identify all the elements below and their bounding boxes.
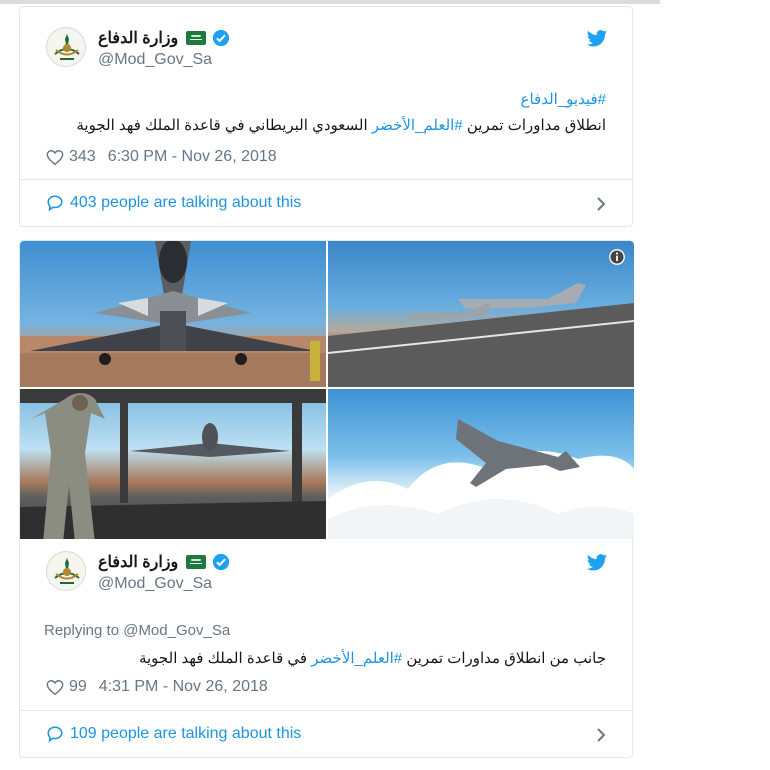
text-segment: انطلاق مداورات تمرين [462,117,606,134]
account-handle[interactable]: @Mod_Gov_Sa [98,51,230,69]
tweet-card-2[interactable]: وزارة الدفاع @Mod_Gov_Sa Replying to @Mo… [19,240,634,758]
talking-count[interactable]: 109 people are talking about this [70,725,301,743]
hashtag-link[interactable]: #فيديو_الدفاع [521,91,606,108]
hashtag-link[interactable]: #العلم_الأخضر [311,650,402,667]
comment-bubble-icon [47,195,63,212]
verified-icon [213,553,230,571]
photo-jet-in-flight[interactable] [328,389,634,539]
emblem-avatar-icon [48,29,85,66]
tweet-meta: 343 6:30 PM - Nov 26, 2018 [46,148,277,166]
saudi-flag-icon [186,31,207,45]
account-handle[interactable]: @Mod_Gov_Sa [98,575,230,593]
saudi-flag-icon [186,555,207,569]
emblem-avatar-icon [48,553,85,590]
avatar[interactable] [46,551,86,591]
like-count[interactable]: 99 [69,678,87,696]
tweet-text: جانب من انطلاق مداورات تمرين #العلم_الأخ… [46,646,606,672]
photo-jets-runway[interactable] [328,241,634,387]
hashtag-link[interactable]: #العلم_الأخضر [372,117,463,134]
tweet-card-1[interactable]: وزارة الدفاع @Mod_Gov_Sa #فيديو_الدفاع ا… [19,6,633,227]
photo-fighter-front[interactable] [20,241,326,387]
text-segment: في قاعدة الملك فهد الجوية [138,650,312,667]
text-segment: جانب من انطلاق مداورات تمرين [402,650,606,667]
text-segment: السعودي البريطاني في قاعدة الملك فهد الج… [76,117,372,134]
chevron-right-icon[interactable] [596,727,606,743]
chevron-right-icon[interactable] [596,196,606,212]
twitter-bird-icon[interactable] [586,553,608,573]
info-icon[interactable] [608,248,626,266]
marshaller-image [20,389,326,539]
twitter-bird-icon[interactable] [586,29,608,49]
timestamp[interactable]: 4:31 PM - Nov 26, 2018 [99,678,268,696]
photo-marshaller[interactable] [20,389,326,539]
top-divider [0,0,660,4]
tweet-meta: 99 4:31 PM - Nov 26, 2018 [46,678,268,696]
runway-jets-image [328,283,634,387]
like-count[interactable]: 343 [69,148,96,166]
tweet-author: وزارة الدفاع @Mod_Gov_Sa [46,27,608,77]
display-name[interactable]: وزارة الدفاع [98,28,178,48]
verified-icon [213,29,230,47]
heart-icon[interactable] [46,679,64,696]
tweet-author: وزارة الدفاع @Mod_Gov_Sa [46,551,608,601]
talking-count[interactable]: 403 people are talking about this [70,194,301,212]
conversation-footer[interactable]: 403 people are talking about this [20,179,632,226]
avatar[interactable] [46,27,86,67]
heart-icon[interactable] [46,149,64,166]
timestamp[interactable]: 6:30 PM - Nov 26, 2018 [108,148,277,166]
replying-to[interactable]: Replying to @Mod_Gov_Sa [44,622,230,639]
tweet-text: #فيديو_الدفاع انطلاق مداورات تمرين #العل… [46,87,606,139]
fighter-jet-image [20,241,326,387]
conversation-footer[interactable]: 109 people are talking about this [20,710,632,757]
comment-bubble-icon [47,726,63,743]
flying-jet-image [328,419,634,539]
photo-grid [20,241,634,539]
display-name[interactable]: وزارة الدفاع [98,552,178,572]
